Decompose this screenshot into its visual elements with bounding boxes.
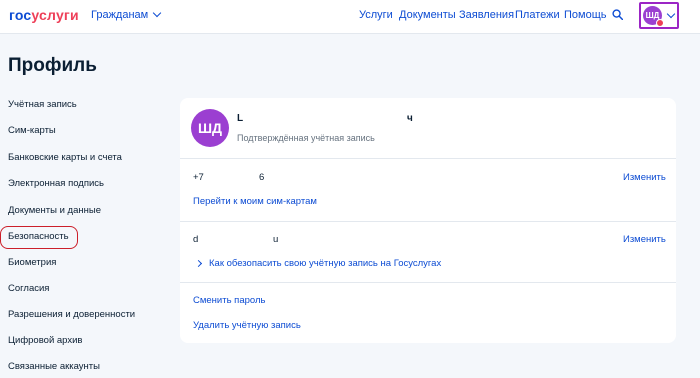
phone-value-start: +7 (193, 172, 204, 183)
sidebar-item-digital-archive[interactable]: Цифровой архив (8, 335, 82, 346)
email-value-start: d (193, 234, 199, 245)
change-email-link[interactable]: Изменить (623, 234, 666, 245)
user-menu-button[interactable]: ШД (639, 2, 679, 29)
divider (180, 282, 676, 283)
nav-help[interactable]: Помощь (564, 9, 607, 21)
sidebar-item-permissions[interactable]: Разрешения и доверенности (8, 309, 135, 320)
sidebar-item-account[interactable]: Учётная запись (8, 99, 77, 110)
citizens-label: Гражданам (91, 9, 149, 21)
security-tips-link[interactable]: Как обезопасить свою учётную запись на Г… (209, 258, 441, 269)
security-card: ШД L ч Подтверждённая учётная запись +7 … (180, 98, 676, 343)
search-icon[interactable] (612, 9, 623, 20)
avatar: ШД (191, 109, 229, 147)
account-status: Подтверждённая учётная запись (237, 133, 375, 143)
nav-applications[interactable]: Заявления (459, 9, 514, 21)
top-header: госуслуги Гражданам Услуги Документы Зая… (0, 0, 700, 34)
sidebar-item-sim-cards[interactable]: Сим-карты (8, 125, 56, 136)
sidebar-item-biometrics[interactable]: Биометрия (8, 257, 56, 268)
chevron-down-icon (152, 8, 162, 18)
sidebar-item-security[interactable]: Безопасность (8, 231, 69, 242)
email-value-end: u (273, 234, 279, 245)
chevron-down-icon (666, 9, 676, 19)
sidebar-item-consents[interactable]: Согласия (8, 283, 49, 294)
nav-documents[interactable]: Документы (399, 9, 456, 21)
chevron-right-icon (194, 259, 203, 268)
divider (180, 158, 676, 159)
delete-account-link[interactable]: Удалить учётную запись (193, 320, 301, 331)
user-name-start: L (237, 113, 244, 124)
gosuslugi-logo[interactable]: госуслуги (9, 7, 79, 23)
logo-text-part2: услуги (31, 7, 79, 23)
nav-services[interactable]: Услуги (359, 9, 393, 21)
divider (180, 221, 676, 222)
sidebar-item-documents[interactable]: Документы и данные (8, 205, 101, 216)
change-password-link[interactable]: Сменить пароль (193, 295, 265, 306)
sidebar-item-linked-accounts[interactable]: Связанные аккаунты (8, 361, 100, 372)
phone-value-end: 6 (259, 172, 265, 183)
sim-cards-link[interactable]: Перейти к моим сим-картам (193, 196, 317, 207)
page-title: Профиль (8, 55, 97, 76)
user-name-end: ч (407, 113, 413, 124)
change-phone-link[interactable]: Изменить (623, 172, 666, 183)
logo-text-part1: гос (9, 7, 32, 23)
nav-payments[interactable]: Платежи (515, 9, 560, 21)
citizens-dropdown[interactable]: Гражданам (91, 8, 162, 21)
notification-dot-icon (656, 19, 664, 27)
sidebar-item-bank-cards[interactable]: Банковские карты и счета (8, 152, 122, 163)
sidebar-item-e-signature[interactable]: Электронная подпись (8, 178, 104, 189)
